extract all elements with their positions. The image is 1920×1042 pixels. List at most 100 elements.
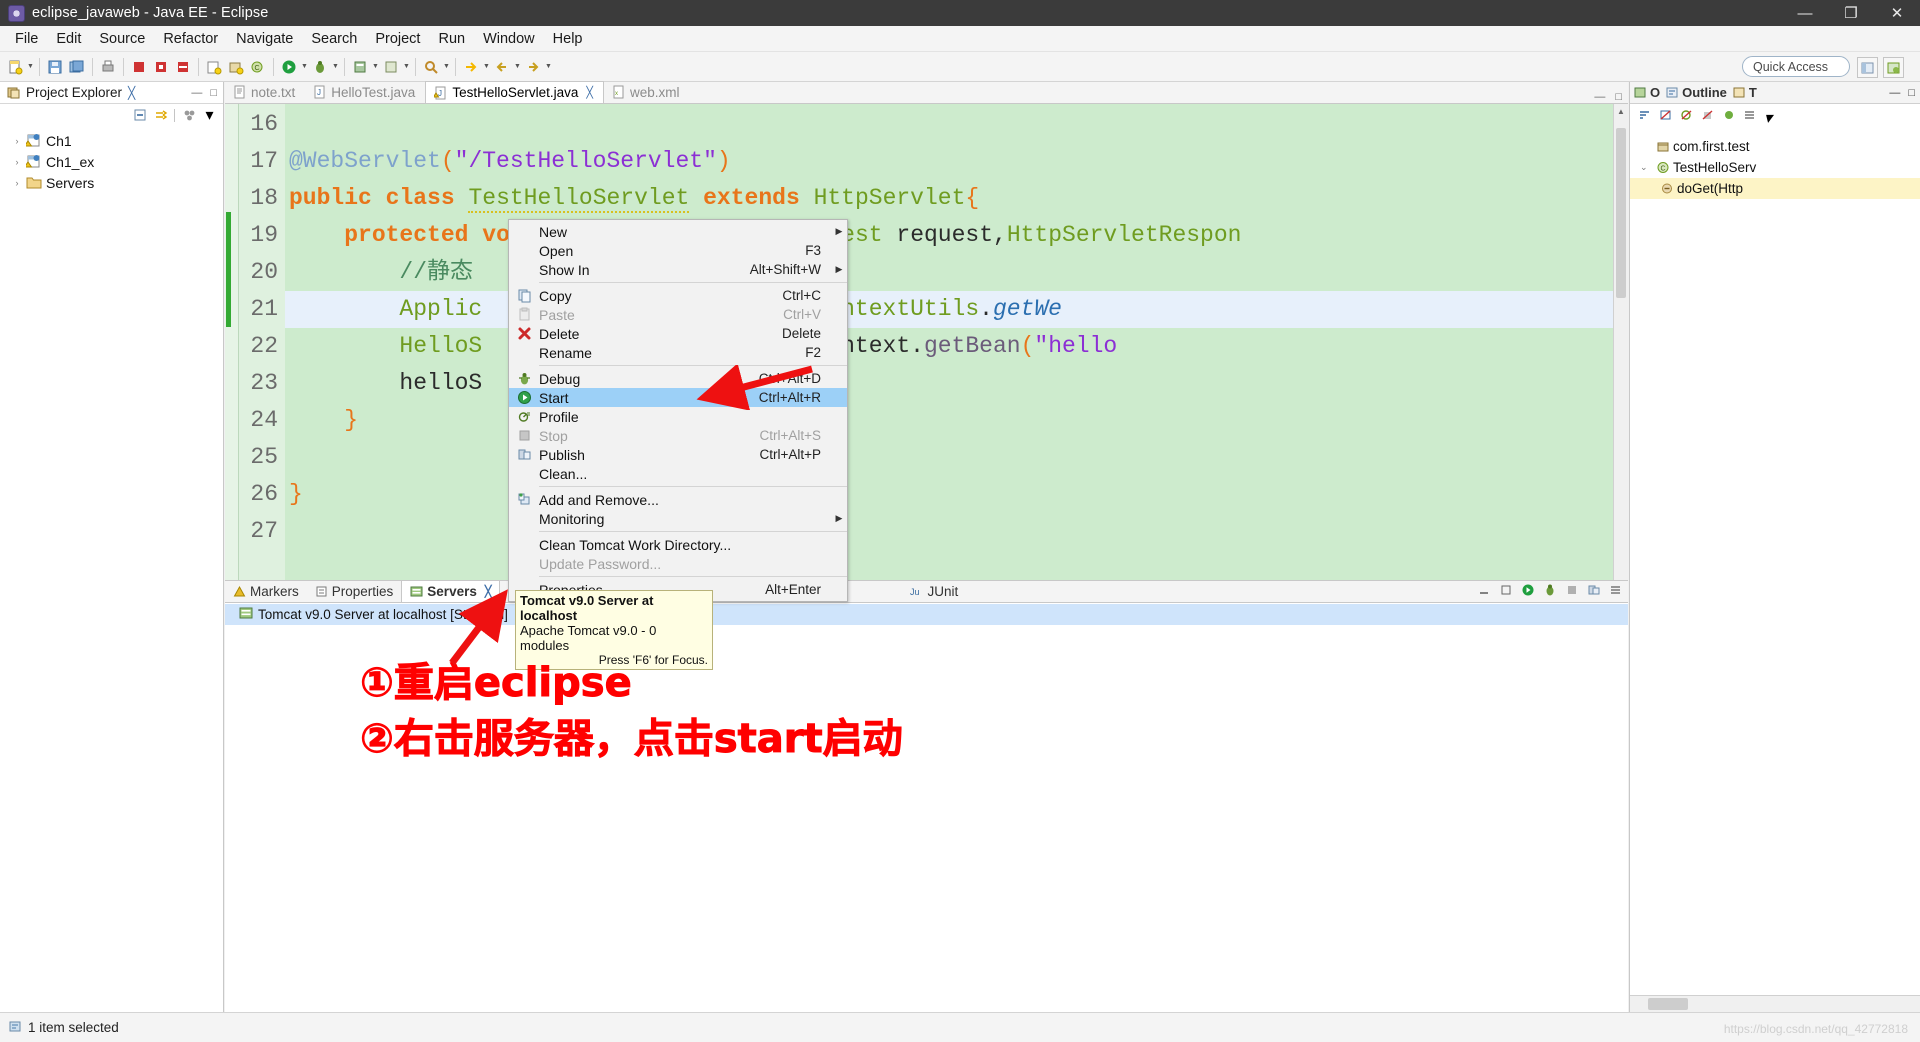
debug-icon[interactable] — [310, 57, 330, 77]
tab-web-xml[interactable]: x web.xml — [604, 81, 690, 103]
minimize-icon[interactable] — [1477, 583, 1492, 598]
tab-testhelloservlet-java[interactable]: J TestHelloServlet.java ╳ — [425, 81, 604, 103]
terminate-all-icon[interactable] — [151, 57, 171, 77]
quick-access-input[interactable]: Quick Access — [1742, 56, 1850, 77]
new-server-icon[interactable] — [350, 57, 370, 77]
tab-note-txt[interactable]: note.txt — [225, 81, 305, 103]
view-dropdown-icon[interactable]: ▾ — [202, 108, 217, 123]
print-icon[interactable] — [98, 57, 118, 77]
back-dropdown-icon[interactable]: ▼ — [513, 57, 522, 77]
new-icon[interactable] — [5, 57, 25, 77]
debug-dropdown-icon[interactable]: ▼ — [331, 57, 340, 77]
new-java-project-icon[interactable] — [204, 57, 224, 77]
menu-icon[interactable] — [1609, 583, 1624, 598]
forward-dropdown-icon[interactable]: ▼ — [544, 57, 553, 77]
menu-source[interactable]: Source — [90, 28, 154, 50]
search-dropdown-icon[interactable]: ▼ — [442, 57, 451, 77]
maximize-button[interactable]: ❐ — [1828, 0, 1874, 26]
focus-icon[interactable] — [1722, 108, 1736, 122]
sort-icon[interactable] — [1638, 108, 1652, 122]
tree-item-ch1[interactable]: › Ch1 — [6, 130, 223, 151]
scrollbar-thumb[interactable] — [1648, 998, 1688, 1010]
minimize-outline-icon[interactable]: — — [1889, 87, 1900, 99]
link-with-editor-icon[interactable] — [153, 108, 168, 123]
menu-project[interactable]: Project — [366, 28, 429, 50]
save-icon[interactable] — [45, 57, 65, 77]
publish-icon[interactable] — [1587, 583, 1602, 598]
menu-file[interactable]: File — [6, 28, 47, 50]
run-dropdown-icon[interactable]: ▼ — [300, 57, 309, 77]
outline-item-class[interactable]: ⌄ C TestHelloServ — [1630, 157, 1920, 178]
last-edit-location-icon[interactable] — [461, 57, 481, 77]
search-icon[interactable] — [421, 57, 441, 77]
menu-window[interactable]: Window — [474, 28, 544, 50]
hide-nonpublic-icon[interactable] — [1701, 108, 1715, 122]
debug-icon[interactable] — [1543, 583, 1558, 598]
wizard-dropdown-icon[interactable]: ▼ — [402, 57, 411, 77]
menu-search[interactable]: Search — [302, 28, 366, 50]
tree-item-ch1-ex[interactable]: › Ch1_ex — [6, 151, 223, 172]
run-icon[interactable] — [279, 57, 299, 77]
outline-item-package[interactable]: com.first.test — [1630, 136, 1920, 157]
open-perspective-button[interactable] — [1857, 57, 1878, 78]
new-class-icon[interactable]: C — [248, 57, 268, 77]
menu-run[interactable]: Run — [429, 28, 474, 50]
new-wizard-icon[interactable] — [381, 57, 401, 77]
save-all-icon[interactable] — [67, 57, 87, 77]
menu-item-open[interactable]: Open F3 — [509, 241, 847, 260]
tab-junit[interactable]: Ju JUnit — [902, 580, 966, 602]
new-package-icon[interactable] — [226, 57, 246, 77]
menu-item-clean-tomcat-work-directory[interactable]: Clean Tomcat Work Directory... — [509, 535, 847, 554]
java-ee-perspective-button[interactable] — [1883, 57, 1904, 78]
expand-arrow-icon[interactable]: › — [10, 157, 24, 167]
expand-arrow-icon[interactable]: › — [10, 178, 24, 188]
menu-item-copy[interactable]: Copy Ctrl+C — [509, 286, 847, 305]
menu-help[interactable]: Help — [544, 28, 592, 50]
terminate-red-icon[interactable] — [129, 57, 149, 77]
tab-hellotest-java[interactable]: J HelloTest.java — [305, 81, 425, 103]
forward-icon[interactable] — [523, 57, 543, 77]
view-menu-icon[interactable] — [181, 108, 196, 123]
remove-terminated-icon[interactable] — [173, 57, 193, 77]
tab-servers[interactable]: Servers ╳ — [401, 580, 500, 602]
menu-item-start[interactable]: Start Ctrl+Alt+R — [509, 388, 847, 407]
menu-item-show-in[interactable]: Show In Alt+Shift+W ▶ — [509, 260, 847, 279]
minimize-button[interactable]: — — [1782, 0, 1828, 26]
menu-item-debug[interactable]: Debug Ctrl+Alt+D — [509, 369, 847, 388]
view-menu-icon[interactable] — [1743, 108, 1757, 122]
expand-arrow-icon[interactable]: › — [10, 136, 24, 146]
tab-properties[interactable]: Properties — [307, 580, 402, 602]
menu-item-add-and-remove[interactable]: Add and Remove... — [509, 490, 847, 509]
project-explorer-tab[interactable]: Project Explorer ╳ — □ — [0, 82, 223, 104]
menu-item-rename[interactable]: Rename F2 — [509, 343, 847, 362]
maximize-outline-icon[interactable]: □ — [1908, 87, 1915, 99]
hide-fields-icon[interactable] — [1659, 108, 1673, 122]
menu-item-new[interactable]: New ▶ — [509, 222, 847, 241]
menu-refactor[interactable]: Refactor — [154, 28, 227, 50]
hide-static-icon[interactable] — [1680, 108, 1694, 122]
menu-item-delete[interactable]: Delete Delete — [509, 324, 847, 343]
close-icon[interactable]: ╳ — [485, 585, 492, 598]
outline-horizontal-scrollbar[interactable] — [1630, 995, 1920, 1012]
scrollbar-thumb[interactable] — [1616, 128, 1626, 298]
menu-item-publish[interactable]: Publish Ctrl+Alt+P — [509, 445, 847, 464]
server-dropdown-icon[interactable]: ▼ — [371, 57, 380, 77]
menu-navigate[interactable]: Navigate — [227, 28, 302, 50]
minimize-view-icon[interactable]: — — [191, 87, 202, 99]
server-context-menu[interactable]: New ▶ Open F3 Show In Alt+Shift+W ▶ Copy… — [508, 219, 848, 602]
close-button[interactable]: ✕ — [1874, 0, 1920, 26]
server-list-row[interactable]: Tomcat v9.0 Server at localhost [Stopped… — [225, 604, 1628, 625]
menu-edit[interactable]: Edit — [47, 28, 90, 50]
tab-outline[interactable]: Outline — [1666, 85, 1727, 100]
maximize-view-icon[interactable]: □ — [210, 87, 217, 99]
stop-icon[interactable] — [1565, 583, 1580, 598]
collapse-all-icon[interactable] — [132, 108, 147, 123]
tab-servers-right[interactable]: O — [1634, 85, 1660, 100]
minimize-editor-icon[interactable]: — — [1594, 91, 1605, 103]
menu-item-monitoring[interactable]: Monitoring ▶ — [509, 509, 847, 528]
scroll-up-icon[interactable]: ▲ — [1614, 104, 1628, 118]
outline-twisty[interactable]: ⌄ — [1640, 162, 1654, 173]
tab-markers[interactable]: Markers — [225, 580, 307, 602]
close-icon[interactable]: ╳ — [128, 86, 135, 100]
outline-item-method[interactable]: doGet(Http — [1630, 178, 1920, 199]
